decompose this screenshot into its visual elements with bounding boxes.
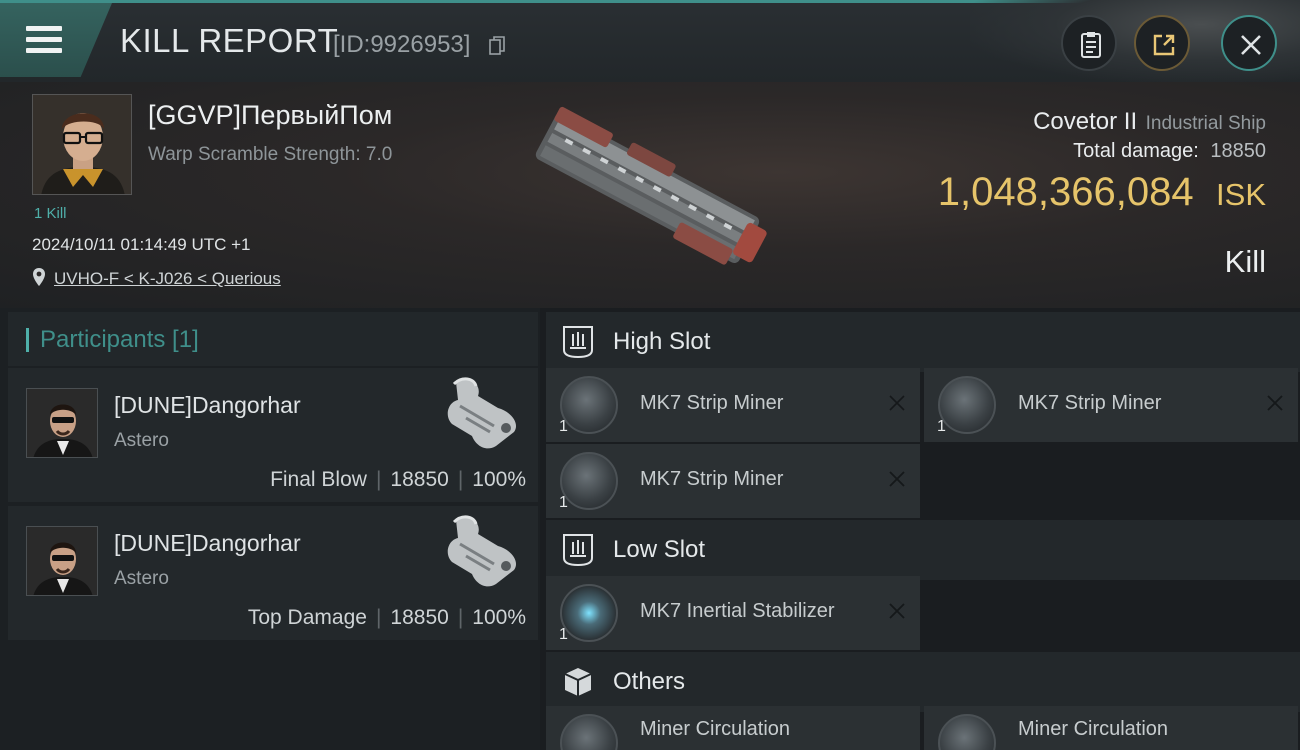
total-damage-label: Total damage:: [1073, 140, 1199, 162]
total-damage-value: 18850: [1210, 140, 1266, 162]
victim-panel: [GGVP]ПервыйПом Warp Scramble Strength: …: [0, 82, 1300, 308]
participant-row[interactable]: [DUNE]Dangorhar Astero Final Blow | 18850 |…: [8, 368, 538, 502]
participant-stats: Final Blow | 18850 | 100%: [270, 468, 526, 491]
close-button[interactable]: [1221, 15, 1277, 71]
module-item[interactable]: 1 MK7 Inertial Stabilizer: [546, 576, 920, 650]
total-damage: Total damage: 18850: [1073, 140, 1266, 163]
participant-row[interactable]: [DUNE]Dangorhar Astero Top Damage | 18850 |…: [8, 506, 538, 640]
destroyed-x-icon: [1267, 395, 1283, 411]
location-link[interactable]: UVHO-F < K-J026 < Querious: [54, 269, 281, 289]
others-title: Others: [613, 668, 686, 695]
participant-name[interactable]: [DUNE]Dangorhar: [114, 530, 301, 557]
kill-timestamp: 2024/10/11 01:14:49 UTC +1: [32, 235, 251, 254]
report-id: [ID:9926953]: [333, 31, 471, 58]
page-title: KILL REPORT: [120, 22, 339, 59]
participants-header: Participants [1]: [8, 312, 538, 366]
module-name: MK7 Inertial Stabilizer: [640, 600, 835, 622]
ship-class: Industrial Ship: [1145, 113, 1266, 134]
copy-icon[interactable]: [489, 36, 505, 56]
module-name: Miner Circulation: [1018, 718, 1169, 740]
victim-ship: Covetor II Industrial Ship: [1033, 108, 1266, 136]
clipboard-icon: [1081, 32, 1101, 58]
participant-percent: 100%: [472, 468, 526, 491]
participant-ship: Astero: [114, 568, 169, 589]
clipboard-button[interactable]: [1061, 15, 1117, 71]
kills-count: 1 Kill: [34, 205, 67, 222]
module-item[interactable]: 1 MK7 Strip Miner: [546, 444, 920, 518]
participants-title: Participants [1]: [40, 326, 199, 353]
participant-role: Top Damage: [247, 606, 367, 629]
result-label: Kill: [1224, 244, 1266, 279]
strip-miner-icon: [938, 376, 996, 434]
close-icon: [1241, 35, 1261, 55]
destroyed-x-icon: [889, 471, 905, 487]
module-item[interactable]: Miner Circulation: [546, 706, 920, 750]
participant-damage: 18850: [390, 468, 449, 491]
participant-percent: 100%: [472, 606, 526, 629]
module-qty: 1: [937, 418, 946, 435]
low-slot-header: Low Slot: [546, 520, 1300, 580]
participant-avatar[interactable]: [26, 388, 98, 458]
participant-role: Final Blow: [270, 468, 367, 491]
module-name: Miner Circulation: [640, 718, 791, 740]
astero-ship-icon: [447, 377, 517, 449]
miner-circulation-icon: [938, 714, 996, 750]
module-qty: 1: [559, 418, 568, 435]
ship-name[interactable]: Covetor II: [1033, 108, 1137, 135]
top-bar: KILL REPORT [ID:9926953]: [0, 0, 1300, 82]
participants-panel: Participants [1] [DUNE]Dangorhar Astero …: [0, 308, 540, 750]
module-name: MK7 Strip Miner: [640, 392, 784, 414]
high-slot-icon: [563, 326, 593, 359]
module-name: MK7 Strip Miner: [640, 468, 784, 490]
share-button[interactable]: [1134, 15, 1190, 71]
isk-currency: ISK: [1216, 177, 1266, 212]
menu-button[interactable]: [0, 3, 112, 77]
fitting-panel: High Slot 1 MK7 Strip Miner 1 MK7 Strip …: [540, 308, 1300, 750]
participant-ship: Astero: [114, 430, 169, 451]
module-qty: 1: [559, 494, 568, 511]
strip-miner-icon: [560, 376, 618, 434]
location-pin-icon: [33, 268, 45, 286]
cube-icon: [564, 668, 592, 696]
low-slot-title: Low Slot: [613, 536, 706, 563]
destroyed-x-icon: [889, 603, 905, 619]
victim-pilot-name[interactable]: [GGVP]ПервыйПом: [148, 100, 392, 131]
participant-stats: Top Damage | 18850 | 100%: [247, 606, 526, 629]
warp-scramble-strength: Warp Scramble Strength: 7.0: [148, 144, 393, 165]
participant-damage: 18850: [390, 606, 449, 629]
low-slot-icon: [563, 534, 593, 567]
astero-ship-icon: [447, 515, 517, 587]
module-item[interactable]: 1 MK7 Strip Miner: [546, 368, 920, 442]
destroyed-x-icon: [889, 395, 905, 411]
victim-avatar[interactable]: [32, 94, 132, 195]
miner-circulation-icon: [560, 714, 618, 750]
module-item[interactable]: 1 MK7 Strip Miner: [924, 368, 1298, 442]
high-slot-header: High Slot: [546, 312, 1300, 372]
others-header: Others: [546, 652, 1300, 712]
inertial-stabilizer-icon: [560, 584, 618, 642]
participant-name[interactable]: [DUNE]Dangorhar: [114, 392, 301, 419]
victim-ship-render: [535, 106, 767, 265]
module-name: MK7 Strip Miner: [1018, 392, 1162, 414]
participant-avatar[interactable]: [26, 526, 98, 596]
menu-icon: [26, 26, 62, 54]
high-slot-title: High Slot: [613, 328, 711, 355]
header-accent-bar: [26, 328, 29, 352]
isk-value: 1,048,366,084 ISK: [938, 170, 1266, 215]
strip-miner-icon: [560, 452, 618, 510]
isk-amount: 1,048,366,084: [937, 170, 1194, 214]
share-icon: [1153, 34, 1175, 56]
module-item[interactable]: Miner Circulation: [924, 706, 1298, 750]
module-qty: 1: [559, 626, 568, 643]
